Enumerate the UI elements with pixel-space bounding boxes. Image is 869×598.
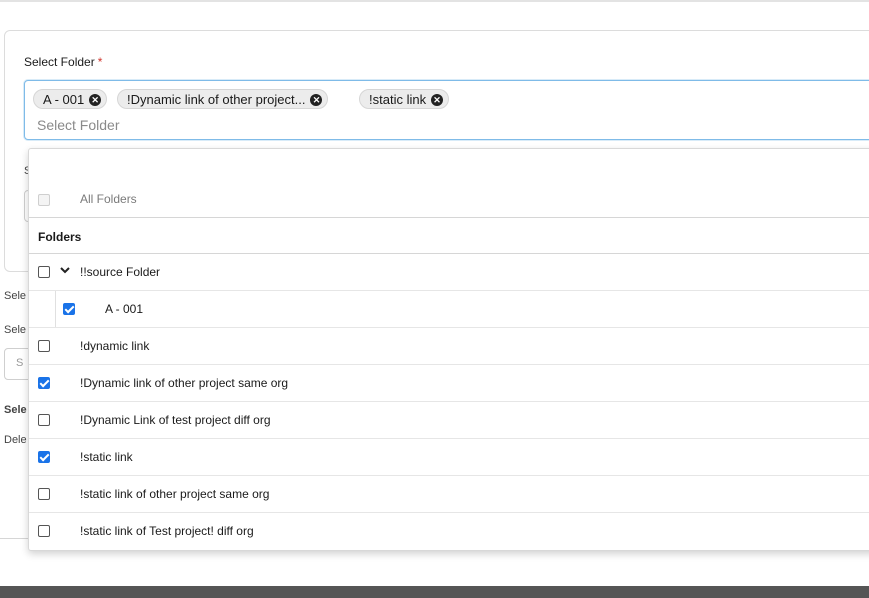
all-folders-checkbox — [38, 194, 50, 206]
chip-label: A - 001 — [43, 92, 85, 107]
folders-header: Folders — [29, 217, 869, 254]
select-folder-label: Select Folder * — [24, 55, 103, 69]
close-icon[interactable]: ✕ — [89, 94, 102, 106]
folder-row[interactable]: !static link of Test project! diff org — [29, 513, 869, 550]
folder-checkbox[interactable] — [38, 451, 50, 463]
all-folders-label: All Folders — [80, 192, 137, 206]
folder-label: !Dynamic link of other project same org — [80, 376, 289, 390]
folder-row-child[interactable]: A - 001 — [29, 291, 869, 328]
folders-heading: Folders — [38, 230, 82, 244]
close-icon[interactable]: ✕ — [431, 94, 444, 106]
selected-chip: !static link ✕ — [359, 89, 450, 109]
folder-checkbox[interactable] — [63, 303, 75, 315]
chevron-down-icon[interactable] — [60, 265, 70, 275]
folder-checkbox[interactable] — [38, 340, 50, 352]
folder-label: !Dynamic Link of test project diff org — [80, 413, 271, 427]
background-label-fragment: Sele — [4, 290, 27, 302]
folder-label: !dynamic link — [80, 339, 150, 353]
background-label-fragment: Dele — [4, 434, 27, 446]
folder-checkbox[interactable] — [38, 525, 50, 537]
close-icon[interactable]: ✕ — [310, 94, 323, 106]
folder-dropdown: All Folders Folders !!source Folder A - … — [28, 148, 869, 551]
folder-row[interactable]: !dynamic link — [29, 328, 869, 365]
required-mark: * — [97, 55, 103, 69]
background-placeholder-fragment: S — [16, 357, 24, 369]
select-folder-placeholder: Select Folder — [37, 117, 120, 133]
folder-label: !static link of other project same org — [80, 487, 270, 501]
select-folder-input[interactable]: A - 001 ✕ !Dynamic link of other project… — [24, 80, 869, 140]
background-label-fragment: Sele — [4, 404, 27, 416]
folder-checkbox[interactable] — [38, 414, 50, 426]
background-label-fragment: Sele — [4, 324, 27, 336]
folder-checkbox[interactable] — [38, 377, 50, 389]
tree-connector — [55, 291, 56, 327]
folder-checkbox[interactable] — [38, 488, 50, 500]
folder-row[interactable]: !static link of other project same org — [29, 476, 869, 513]
folder-label: !!source Folder — [80, 265, 161, 279]
folder-label: !static link — [80, 450, 133, 464]
chip-label: !Dynamic link of other project... — [127, 92, 306, 107]
background-divider — [0, 538, 30, 539]
folder-label: A - 001 — [105, 302, 144, 316]
folder-row[interactable]: !Dynamic link of other project same org — [29, 365, 869, 402]
selected-chip: A - 001 ✕ — [33, 89, 108, 109]
folder-row[interactable]: !Dynamic Link of test project diff org — [29, 402, 869, 439]
bottom-shadow-band — [0, 586, 869, 598]
folder-label: !static link of Test project! diff org — [80, 524, 254, 538]
folder-checkbox[interactable] — [38, 266, 50, 278]
all-folders-option: All Folders — [29, 185, 869, 217]
selected-chip: !Dynamic link of other project... ✕ — [117, 89, 329, 109]
top-divider — [0, 0, 869, 2]
folder-row[interactable]: !static link — [29, 439, 869, 476]
chip-label: !static link — [369, 92, 427, 107]
folder-row[interactable]: !!source Folder — [29, 254, 869, 291]
